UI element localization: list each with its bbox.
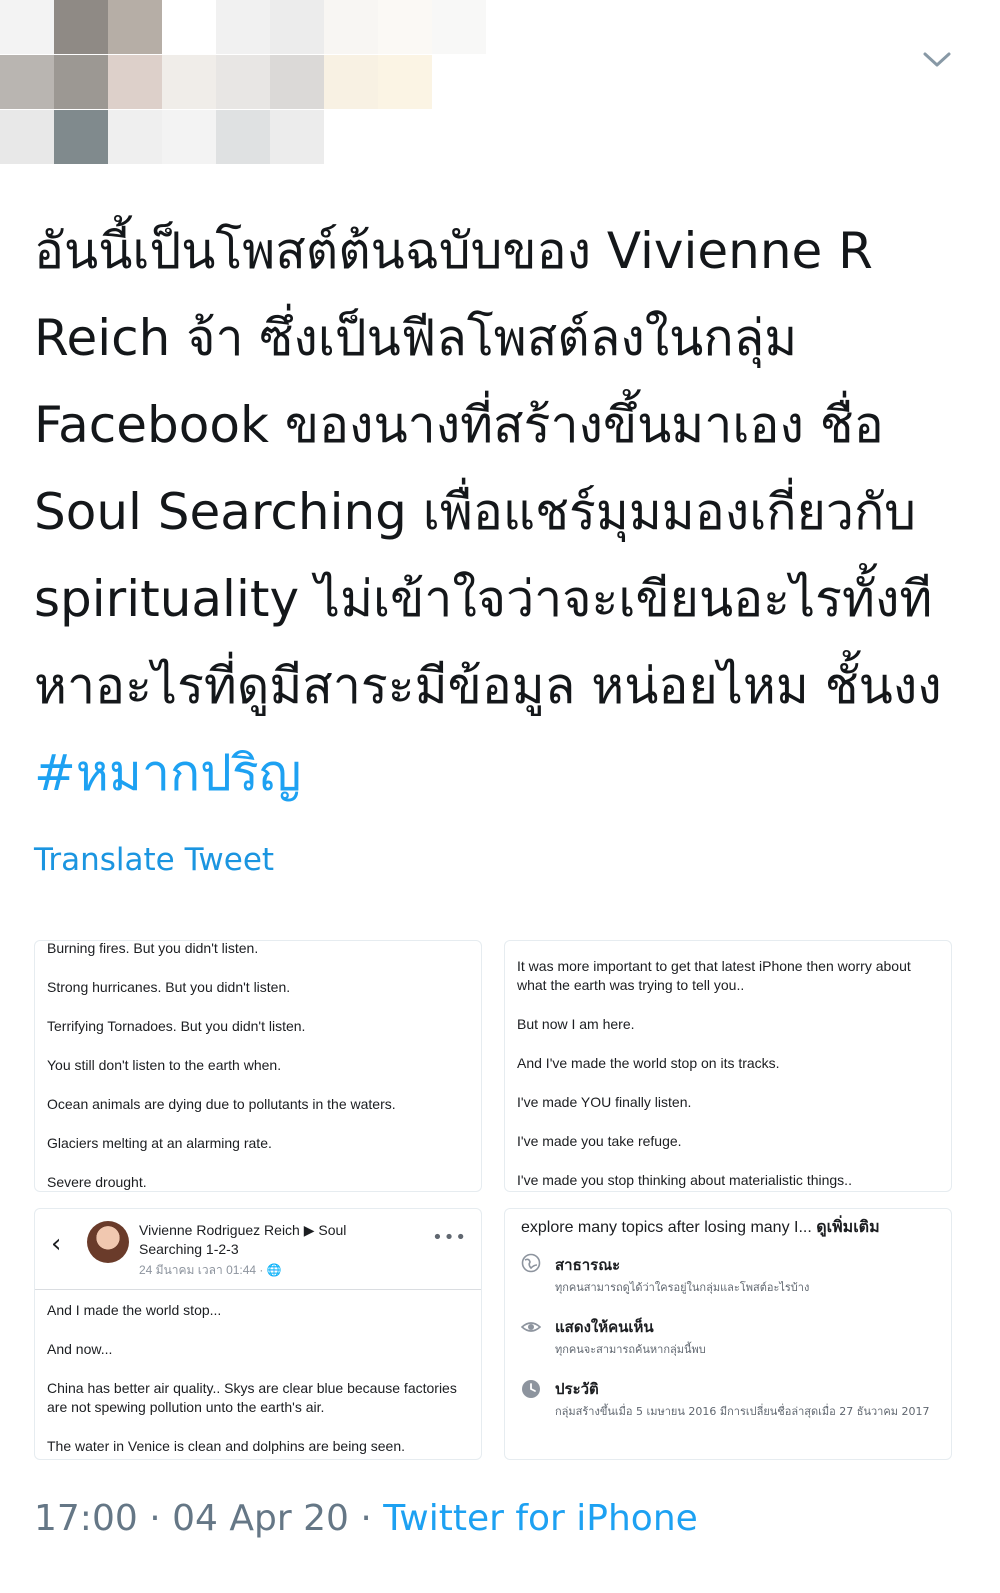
tweet-image-2[interactable]: It was more important to get that latest… [504, 940, 952, 1192]
mosaic-block [162, 0, 216, 54]
tweet-text: อันนี้เป็นโพสต์ต้นฉบับของ Vivienne R Rei… [34, 208, 964, 817]
mosaic-block [270, 110, 324, 164]
mosaic-block [378, 110, 432, 164]
chevron-down-icon[interactable] [922, 48, 952, 70]
mosaic-block [108, 55, 162, 109]
tweet-source-link[interactable]: Twitter for iPhone [383, 1498, 698, 1539]
see-more-link[interactable]: ดูเพิ่มเติม [816, 1219, 879, 1236]
chevron-left-icon[interactable]: ‹ [51, 1229, 61, 1259]
image-text-line: I've made you stop thinking about materi… [517, 1172, 852, 1188]
group-intro: explore many topics after losing many I.… [521, 1219, 812, 1236]
more-icon[interactable]: ••• [432, 1227, 467, 1248]
mosaic-block [270, 55, 324, 109]
mosaic-block [432, 0, 486, 54]
mosaic-block [324, 0, 378, 54]
visibility-title: แสดงให้คนเห็น [555, 1318, 654, 1336]
mosaic-block [378, 0, 432, 54]
separator: · [348, 1498, 384, 1539]
image-text-line: And I made the world stop... [47, 1302, 222, 1318]
image-text-line: But now I am here. [517, 1016, 635, 1032]
mosaic-block [432, 55, 486, 109]
mosaic-block [324, 55, 378, 109]
eye-icon [521, 1322, 541, 1332]
privacy-desc: ทุกคนสามารถดูได้ว่าใครอยู่ในกลุ่มและโพสต… [555, 1281, 810, 1294]
group-description: explore many topics after losing many I.… [521, 1215, 941, 1240]
image-text-line: Ocean animals are dying due to pollutant… [47, 1096, 396, 1112]
tweet-time: 17:00 [34, 1498, 138, 1539]
visibility-desc: ทุกคนจะสามารถค้นหากลุ่มนี้พบ [555, 1343, 706, 1356]
image-text-line: It was more important to get that latest… [517, 958, 911, 993]
avatar [87, 1221, 129, 1263]
mosaic-block [54, 55, 108, 109]
image-text-line: Severe drought. [47, 1174, 147, 1190]
globe-icon [521, 1253, 541, 1273]
image-text-line: You still don't listen to the earth when… [47, 1057, 282, 1073]
image-text-line: And I've made the world stop on its trac… [517, 1055, 780, 1071]
facebook-post-header: ‹ Vivienne Rodriguez Reich ▶ Soul Search… [35, 1209, 481, 1290]
mosaic-block [162, 110, 216, 164]
privacy-title: สาธารณะ [555, 1256, 621, 1274]
mosaic-block [270, 0, 324, 54]
mosaic-block [486, 110, 540, 164]
mosaic-block [324, 110, 378, 164]
image-text-line: Burning fires. But you didn't listen. [47, 940, 259, 956]
mosaic-block [0, 55, 54, 109]
image-text-line: The water in Venice is clean and dolphin… [47, 1438, 406, 1454]
mosaic-block [216, 55, 270, 109]
mosaic-block [0, 0, 54, 54]
mosaic-block [54, 0, 108, 54]
tweet-metadata: 17:00 · 04 Apr 20 · Twitter for iPhone [34, 1498, 698, 1539]
blurred-profile-header [0, 0, 540, 166]
tweet-image-4[interactable]: explore many topics after losing many I.… [504, 1208, 952, 1460]
history-desc: กลุ่มสร้างขึ้นเมื่อ 5 เมษายน 2016 มีการเ… [555, 1405, 930, 1418]
separator: · [137, 1498, 173, 1539]
tweet-image-1[interactable]: Burning fires. But you didn't listen. St… [34, 940, 482, 1192]
image-text-line: Terrifying Tornadoes. But you didn't lis… [47, 1018, 306, 1034]
tweet-date[interactable]: 04 Apr 20 [172, 1498, 349, 1539]
tweet-body: อันนี้เป็นโพสต์ต้นฉบับของ Vivienne R Rei… [34, 222, 942, 715]
hashtag-link[interactable]: #หมากปริญ [34, 744, 301, 802]
mosaic-block [162, 55, 216, 109]
mosaic-block [108, 0, 162, 54]
mosaic-block [486, 0, 540, 54]
mosaic-block [108, 110, 162, 164]
mosaic-block [216, 110, 270, 164]
clock-icon [522, 1380, 540, 1398]
image-text-line: I've made YOU finally listen. [517, 1094, 692, 1110]
mosaic-block [486, 55, 540, 109]
history-title: ประวัติ [555, 1380, 599, 1398]
image-text-line: Strong hurricanes. But you didn't listen… [47, 979, 291, 995]
image-text-line: I've made you take refuge. [517, 1133, 682, 1149]
mosaic-block [432, 110, 486, 164]
post-author: Vivienne Rodriguez Reich ▶ Soul Searchin… [139, 1222, 347, 1257]
mosaic-block [0, 110, 54, 164]
image-text-line: And now... [47, 1341, 113, 1357]
image-text-line: Glaciers melting at an alarming rate. [47, 1135, 272, 1151]
mosaic-block [378, 55, 432, 109]
post-timestamp: 24 มีนาคม เวลา 01:44 · 🌐 [139, 1263, 282, 1277]
image-text-line: China has better air quality.. Skys are … [47, 1380, 457, 1415]
translate-tweet-link[interactable]: Translate Tweet [34, 842, 274, 878]
tweet-image-3[interactable]: ‹ Vivienne Rodriguez Reich ▶ Soul Search… [34, 1208, 482, 1460]
mosaic-block [54, 110, 108, 164]
mosaic-block [216, 0, 270, 54]
